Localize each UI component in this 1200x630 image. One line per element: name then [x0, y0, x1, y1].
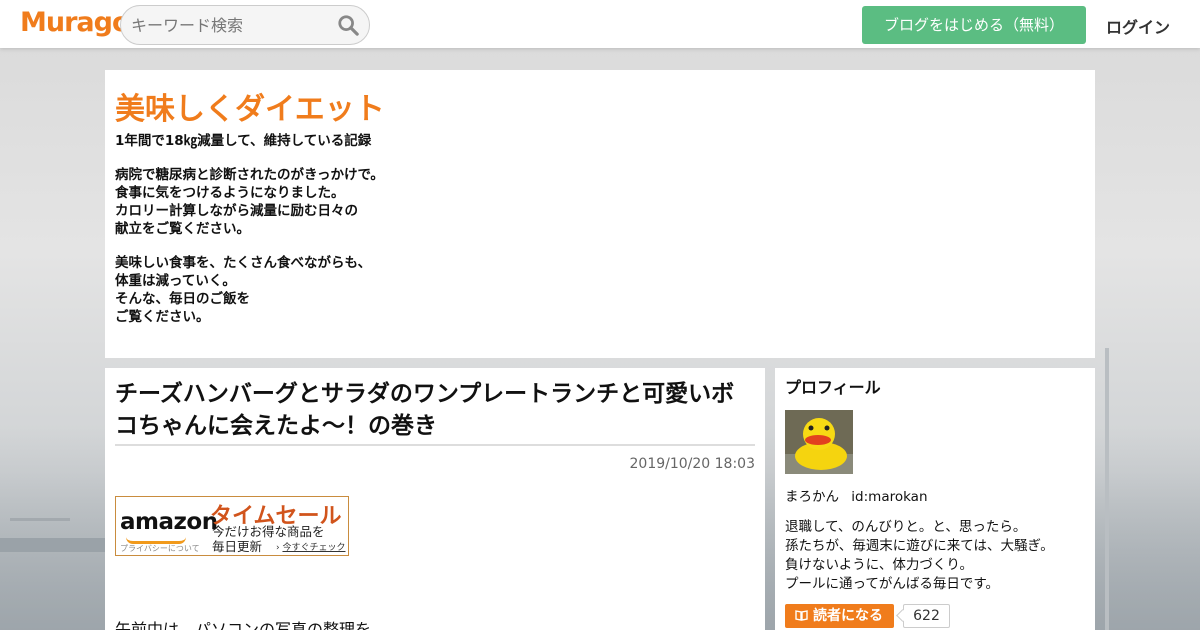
amazon-logo: amazon [120, 509, 218, 535]
login-link[interactable]: ログイン [1106, 14, 1170, 38]
ad-privacy-link[interactable]: プライバシーについて [120, 543, 200, 554]
search-box [120, 5, 370, 45]
blog-tagline: 1年間で18㎏減量して、維持している記録 [115, 133, 372, 149]
avatar[interactable] [785, 410, 853, 474]
rubber-duck-icon [785, 410, 853, 474]
profile-name[interactable]: まろかん [785, 489, 839, 505]
article-date: 2019/10/20 18:03 [629, 456, 756, 472]
profile-id: id:marokan [851, 489, 928, 505]
profile-heading: プロフィール [785, 378, 881, 397]
article-title[interactable]: チーズハンバーグとサラダのワンプレートランチと可愛いボコちゃんに会えたよ～！の巻… [115, 378, 755, 446]
background-shipyard [0, 538, 105, 552]
follow-button[interactable]: 読者になる [785, 604, 894, 628]
follow-label: 読者になる [813, 608, 883, 624]
article: チーズハンバーグとサラダのワンプレートランチと可愛いボコちゃんに会えたよ～！の巻… [105, 368, 765, 630]
search-input[interactable] [131, 14, 331, 36]
ad-check-label: 今すぐチェック [282, 543, 346, 553]
amazon-ad-banner[interactable]: amazon プライバシーについて タイムセール 今だけお得な商品を 毎日更新 … [115, 496, 349, 556]
book-icon [795, 610, 808, 621]
blog-intro-2: 美味しい食事を、たくさん食べながらも、 体重は減っていく。 そんな、毎日のご飯を… [115, 255, 372, 325]
background-crane [10, 518, 70, 540]
profile-sidebar: プロフィール まろかん id:marokan 退職して、のんびりと。と、思ったら… [775, 368, 1095, 630]
start-blog-button[interactable]: ブログをはじめる（無料） [862, 6, 1086, 44]
site-header: Muragon ブログをはじめる（無料） ログイン [0, 0, 1200, 48]
blog-description: 1年間で18㎏減量して、維持している記録 病院で糖尿病と診断されたのがきっかけで… [115, 132, 1085, 326]
blog-intro: 病院で糖尿病と診断されたのがきっかけで。 食事に気をつけるようになりました。 カ… [115, 167, 384, 237]
blog-header: 美味しくダイエット 1年間で18㎏減量して、維持している記録 病院で糖尿病と診断… [105, 70, 1095, 358]
ad-check-link[interactable]: › 今すぐチェック [276, 540, 345, 553]
search-icon[interactable] [337, 14, 359, 36]
blog-title[interactable]: 美味しくダイエット [115, 90, 1085, 130]
profile-user: まろかん id:marokan [785, 485, 1085, 505]
article-body: 午前中は、パソコンの写真の整理を [115, 620, 372, 630]
profile-bio: 退職して、のんびりと。と、思ったら。 孫たちが、毎週末に遊びに来ては、大騒ぎ。 … [785, 519, 1054, 592]
follow-row: 読者になる 622 [785, 604, 1085, 628]
follower-count: 622 [903, 604, 950, 628]
background-pole [1105, 348, 1109, 630]
